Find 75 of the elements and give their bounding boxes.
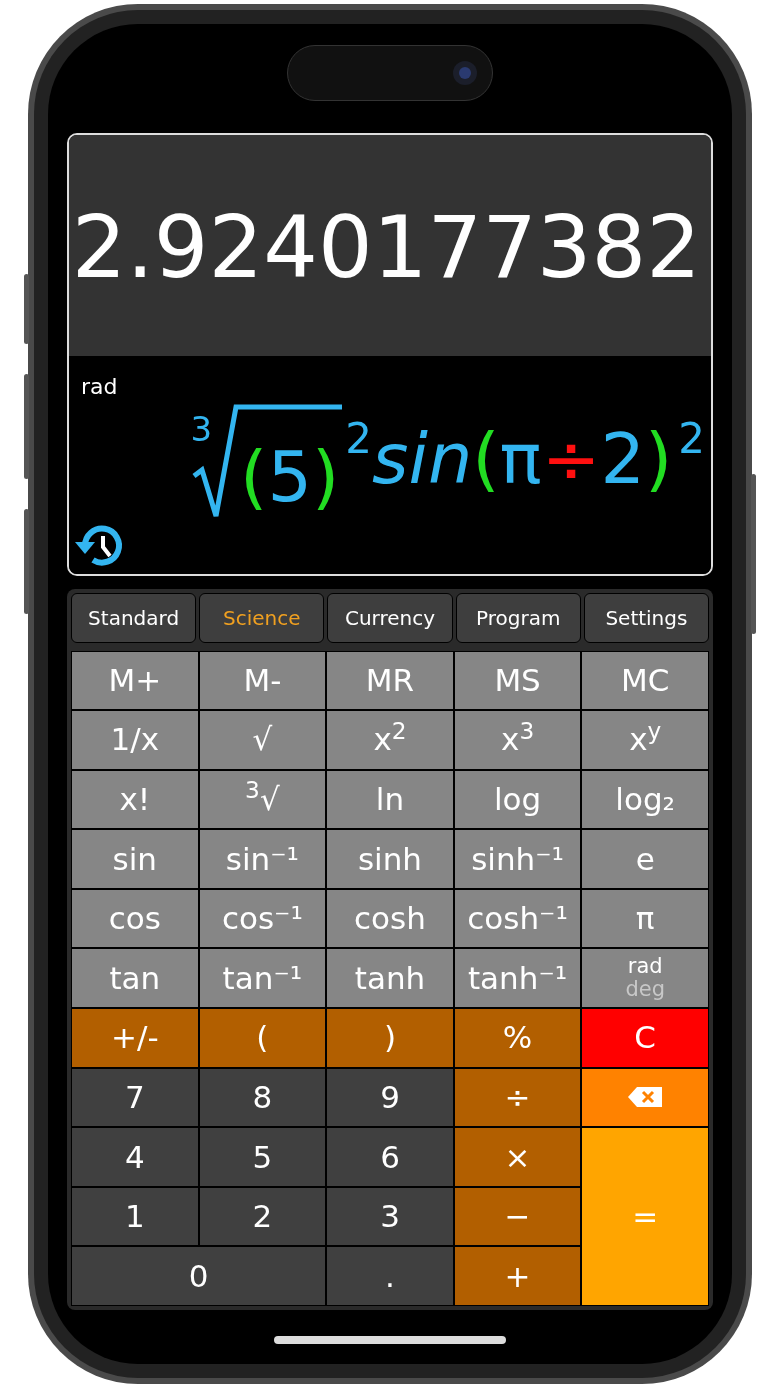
calculator-key[interactable]: MS xyxy=(454,651,581,710)
number: 2 xyxy=(600,423,645,494)
calculator-key[interactable]: 1 xyxy=(72,1187,198,1246)
mode-tab[interactable]: Science xyxy=(199,592,325,643)
calculator-key[interactable]: cos⁻¹ xyxy=(199,889,326,948)
calculator-key[interactable]: ÷ xyxy=(454,1068,581,1127)
calculator-key[interactable]: 9 xyxy=(327,1068,453,1127)
calculator-key[interactable]: ) xyxy=(327,1009,453,1067)
calculator-key[interactable]: tan xyxy=(72,949,198,1008)
angle-mode-option[interactable]: deg xyxy=(625,978,665,1002)
calculator-key[interactable]: cos xyxy=(72,889,198,948)
calculator-key[interactable]: MC xyxy=(582,651,708,710)
calculator-key[interactable]: x$^{3}$ xyxy=(454,711,581,769)
calculator-key[interactable]: M+ xyxy=(72,651,198,710)
calculator-key[interactable]: sinh xyxy=(327,830,453,888)
calculator-key[interactable]: x$^{y}$ xyxy=(582,711,708,769)
calculator-key[interactable]: tanh xyxy=(327,949,453,1008)
calculator-key[interactable]: π xyxy=(582,889,708,948)
root-index: 3 xyxy=(190,411,213,446)
calculator-key[interactable]: sin⁻¹ xyxy=(199,830,326,888)
calculator-key[interactable]: cosh⁻¹ xyxy=(454,889,581,948)
calculator-key[interactable]: 8 xyxy=(199,1068,326,1127)
calculator-key[interactable]: log xyxy=(454,770,581,829)
parenthesis: ( xyxy=(472,423,500,494)
calculator-key[interactable]: 1/x xyxy=(72,711,198,769)
mode-tab[interactable]: Standard xyxy=(71,592,197,643)
calculator-key[interactable]: . xyxy=(327,1247,453,1306)
calculator-key[interactable]: + xyxy=(454,1247,581,1306)
radical-sign-icon xyxy=(192,403,343,520)
calculator-key[interactable]: sin xyxy=(72,830,198,888)
result-value: 2.9240177382 xyxy=(71,204,701,290)
calculator-key[interactable]: = xyxy=(582,1128,708,1306)
parenthesis: ) xyxy=(311,441,340,512)
calculator-key[interactable]: 4 xyxy=(72,1128,198,1186)
number: 5 xyxy=(267,441,312,512)
calculator-key[interactable]: MR xyxy=(327,651,453,710)
calculator-key[interactable]: % xyxy=(454,1009,581,1067)
calculator-key[interactable]: x! xyxy=(72,770,198,829)
exponent: 2 xyxy=(678,417,705,460)
calculator-key[interactable]: sinh⁻¹ xyxy=(454,830,581,888)
backspace-key[interactable] xyxy=(582,1068,708,1127)
calculator-key[interactable]: ( xyxy=(199,1009,326,1067)
calculator-key[interactable]: $^{3}$√ xyxy=(199,770,326,829)
calculator-key[interactable]: cosh xyxy=(327,889,453,948)
parenthesis: ( xyxy=(240,441,268,512)
angle-mode-option[interactable]: rad xyxy=(627,955,663,979)
camera-icon xyxy=(452,59,478,86)
calculator-key[interactable]: 7 xyxy=(72,1068,198,1127)
angle-mode-label: rad xyxy=(81,372,118,401)
calculator-key[interactable]: +/- xyxy=(72,1009,198,1067)
calculator-key[interactable]: x$^{2}$ xyxy=(327,711,453,769)
number: π xyxy=(499,423,542,494)
calculator-key[interactable]: × xyxy=(454,1128,581,1186)
mode-tab[interactable]: Currency xyxy=(327,592,453,643)
backspace-icon xyxy=(628,1087,663,1108)
function-name: sin xyxy=(372,423,473,494)
calculator-key[interactable]: − xyxy=(454,1187,581,1246)
operator: ÷ xyxy=(541,423,601,494)
mode-tab[interactable]: Settings xyxy=(583,592,709,643)
exponent: 2 xyxy=(345,417,372,460)
calculator-key[interactable]: log₂ xyxy=(582,770,708,829)
calculator-key[interactable]: M- xyxy=(199,651,326,710)
calculator-key[interactable]: tan⁻¹ xyxy=(199,949,326,1008)
calculator-key[interactable]: C xyxy=(582,1009,708,1067)
calculator-key[interactable]: 2 xyxy=(199,1187,326,1246)
calculator-key[interactable]: tanh⁻¹ xyxy=(454,949,581,1008)
calculator-key[interactable]: 3 xyxy=(327,1187,453,1246)
calculator-key[interactable]: 0 xyxy=(72,1247,326,1306)
calculator-key[interactable]: e xyxy=(582,830,708,888)
calculator-key[interactable]: 6 xyxy=(327,1128,453,1186)
calculator-key[interactable]: 5 xyxy=(199,1128,326,1186)
mode-tab[interactable]: Program xyxy=(455,592,581,643)
calculator-key[interactable]: ln xyxy=(327,770,453,829)
parenthesis: ) xyxy=(644,423,673,494)
calculator-key[interactable]: √ xyxy=(199,711,326,769)
